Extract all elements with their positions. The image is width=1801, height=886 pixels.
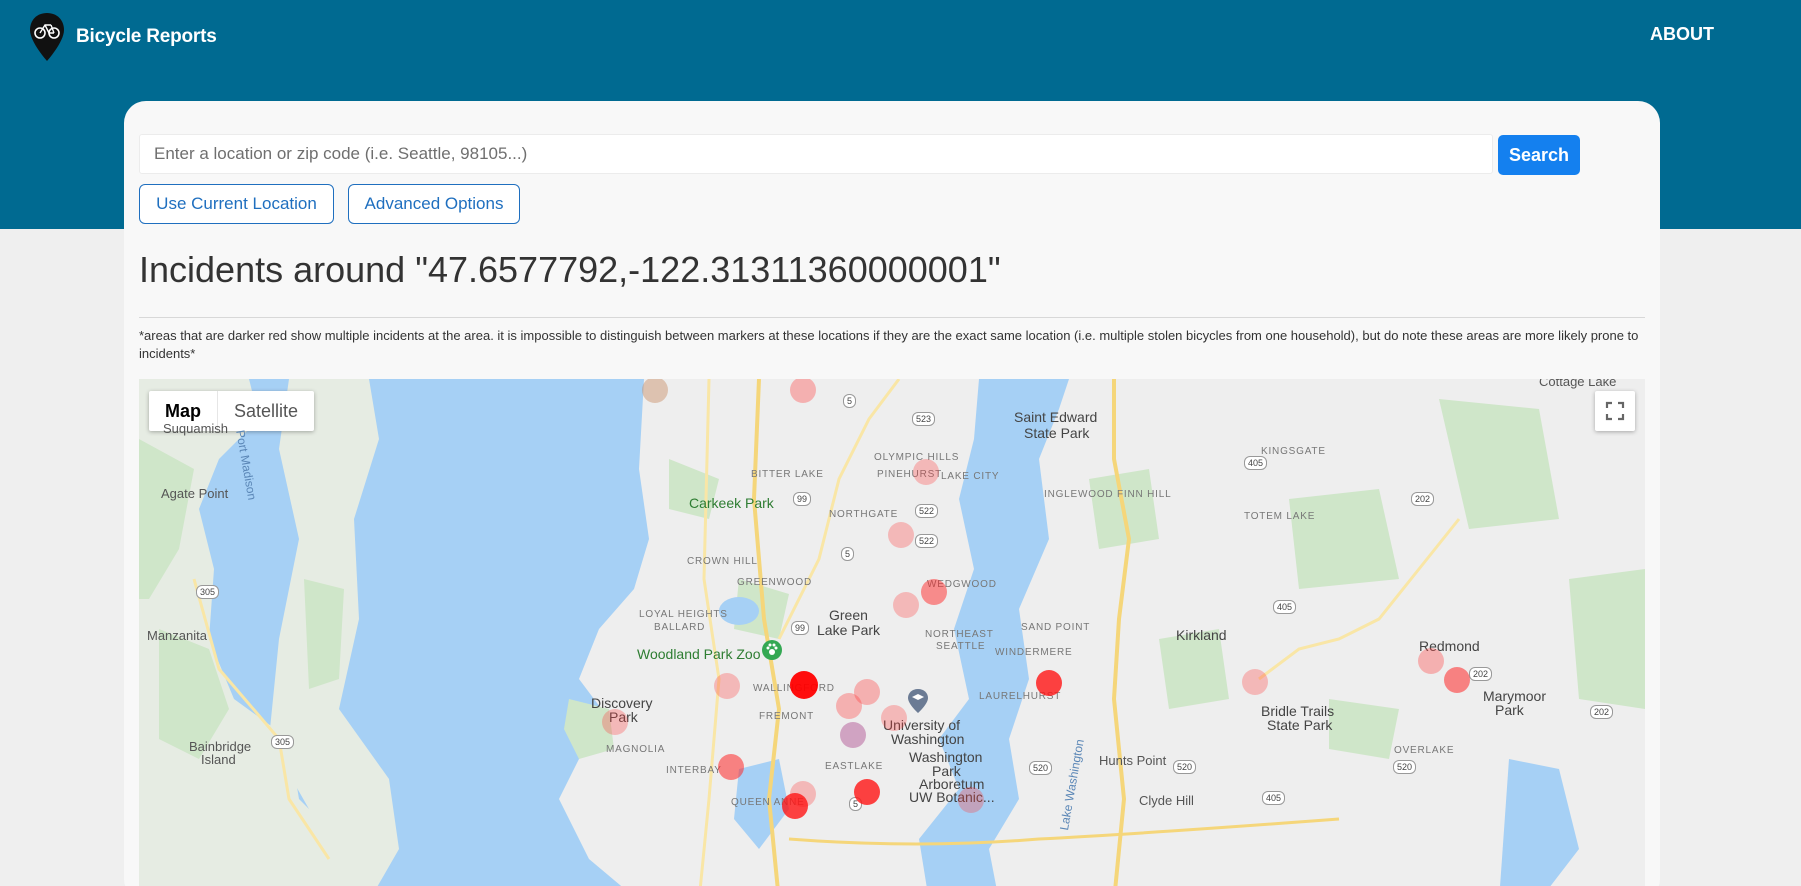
map-label: BALLARD: [654, 622, 706, 633]
incident-marker[interactable]: [958, 787, 984, 813]
map-label: NORTHEAST: [925, 629, 994, 640]
use-current-location-button[interactable]: Use Current Location: [139, 184, 334, 224]
highway-shield: 520: [1393, 760, 1417, 774]
brand-link[interactable]: Bicycle Reports: [28, 12, 217, 62]
highway-shield: 202: [1590, 705, 1614, 719]
incident-marker[interactable]: [782, 793, 808, 819]
bicycle-pin-logo-icon: [30, 13, 64, 61]
highway-shield: 522: [915, 504, 939, 518]
advanced-options-button[interactable]: Advanced Options: [348, 184, 520, 224]
incident-marker[interactable]: [1418, 648, 1444, 674]
map-label: Agate Point: [161, 486, 229, 501]
incident-marker[interactable]: [913, 459, 939, 485]
map-label: GREENWOOD: [737, 577, 812, 588]
university-cap-icon: [908, 689, 928, 713]
map-label: WINDERMERE: [995, 647, 1073, 658]
map-label: LOYAL HEIGHTS: [639, 609, 728, 620]
map-label: NORTHGATE: [829, 509, 899, 520]
main-card: Search Use Current Location Advanced Opt…: [124, 101, 1660, 886]
map-label: INTERBAY: [666, 765, 722, 776]
highway-shield: 405: [1273, 600, 1297, 614]
map-label: State Park: [1024, 425, 1090, 441]
map-label: OVERLAKE: [1394, 745, 1455, 756]
map-label: TOTEM LAKE: [1244, 511, 1316, 522]
incident-marker[interactable]: [714, 673, 740, 699]
search-button[interactable]: Search: [1498, 135, 1580, 175]
incident-marker[interactable]: [854, 779, 880, 805]
incident-marker[interactable]: [1036, 670, 1062, 696]
highway-shield: 520: [1029, 761, 1053, 775]
incident-marker[interactable]: [921, 579, 947, 605]
highway-shield: 523: [912, 412, 936, 426]
highway-shield: 202: [1469, 667, 1493, 681]
incident-marker[interactable]: [840, 722, 866, 748]
highway-shield: 202: [1411, 492, 1435, 506]
map-label: BITTER LAKE: [751, 469, 824, 480]
map-label: Carkeek Park: [689, 495, 774, 511]
highway-shield: 5: [841, 547, 855, 561]
incident-map[interactable]: Map Satellite Cottage Lake Suquamish Por…: [139, 379, 1645, 886]
fullscreen-toggle-button[interactable]: [1595, 391, 1635, 431]
location-search-input[interactable]: [139, 134, 1493, 174]
highway-shield: 520: [1173, 760, 1197, 774]
map-label: MAGNOLIA: [606, 744, 666, 755]
map-label: Manzanita: [147, 628, 207, 643]
map-label: Suquamish: [163, 421, 229, 436]
incident-marker[interactable]: [893, 592, 919, 618]
map-label: CROWN HILL: [687, 556, 758, 567]
incident-marker[interactable]: [881, 705, 907, 731]
incident-marker[interactable]: [1242, 669, 1268, 695]
incident-marker[interactable]: [718, 754, 744, 780]
highway-shield: 305: [196, 585, 220, 599]
map-label: State Park: [1267, 717, 1333, 733]
incident-marker[interactable]: [836, 693, 862, 719]
highway-shield: 5: [843, 394, 857, 408]
incident-marker[interactable]: [790, 671, 818, 699]
highway-shield: 405: [1244, 456, 1268, 470]
highway-shield: 99: [793, 492, 812, 506]
brand-name: Bicycle Reports: [76, 26, 217, 47]
map-label: LAKE CITY: [941, 471, 1000, 482]
map-type-satellite-button[interactable]: Satellite: [217, 391, 314, 431]
zoo-paw-icon: [762, 640, 782, 660]
map-label: FREMONT: [759, 711, 815, 722]
highway-shield: 522: [915, 534, 939, 548]
map-label: EASTLAKE: [825, 761, 884, 772]
incident-marker[interactable]: [602, 709, 628, 735]
map-label: Green: [829, 607, 868, 623]
highway-shield: 405: [1262, 791, 1286, 805]
map-label: Park: [1495, 702, 1524, 718]
map-label: SAND POINT: [1021, 622, 1091, 633]
map-label: Washington: [891, 731, 965, 747]
map-label: INGLEWOOD FINN HILL: [1044, 489, 1172, 500]
highway-shield: 305: [271, 735, 295, 749]
map-label: Kirkland: [1176, 627, 1227, 643]
highway-shield: 99: [791, 621, 810, 635]
map-label: Hunts Point: [1099, 753, 1167, 768]
incident-marker[interactable]: [888, 522, 914, 548]
results-heading: Incidents around "47.6577792,-122.313113…: [139, 249, 1001, 290]
map-label: Clyde Hill: [1139, 793, 1194, 808]
map-label: Saint Edward: [1014, 409, 1098, 425]
fullscreen-icon: [1605, 401, 1625, 421]
nav-about-link[interactable]: ABOUT: [1650, 24, 1714, 45]
map-label: Lake Park: [817, 622, 881, 638]
map-label: KINGSGATE: [1261, 446, 1326, 457]
map-label: Island: [201, 752, 236, 767]
map-label: SEATTLE: [936, 641, 986, 652]
incident-marker[interactable]: [1444, 667, 1470, 693]
map-label: Cottage Lake: [1539, 379, 1617, 389]
map-label: Woodland Park Zoo: [637, 646, 761, 662]
map-legend-note: *areas that are darker red show multiple…: [139, 328, 1639, 361]
divider: [139, 317, 1645, 318]
